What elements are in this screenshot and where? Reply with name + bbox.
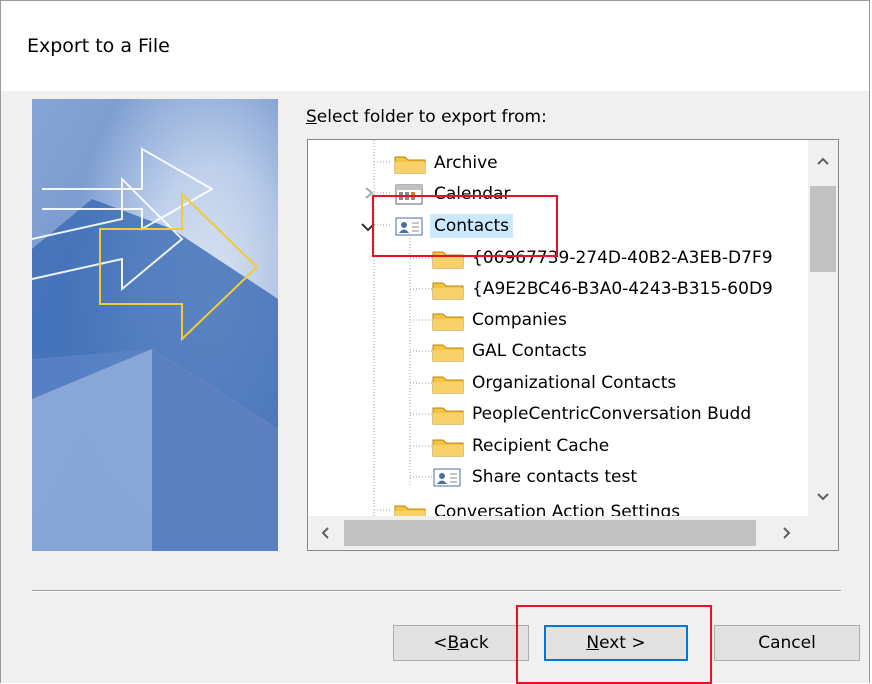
- folder-icon: [432, 340, 464, 362]
- vertical-scrollbar[interactable]: [808, 140, 838, 516]
- scrollbar-corner: [808, 516, 838, 550]
- tree-item-recipient-cache[interactable]: Recipient Cache: [432, 432, 609, 460]
- tree-item-label: Share contacts test: [472, 467, 637, 487]
- dialog-header: Export to a File: [1, 1, 869, 91]
- horizontal-scrollbar[interactable]: [308, 516, 808, 550]
- scroll-up-icon[interactable]: [817, 156, 829, 166]
- tree-item-share-contacts-test[interactable]: Share contacts test: [432, 463, 637, 491]
- tree-item-archive[interactable]: Archive: [394, 149, 498, 177]
- tree-item-label: Conversation Action Settings: [434, 502, 681, 516]
- folder-icon: [432, 372, 464, 394]
- scroll-right-icon[interactable]: [782, 527, 792, 539]
- tree-item-gal-contacts[interactable]: GAL Contacts: [432, 337, 587, 365]
- folder-icon: [394, 501, 426, 516]
- folder-icon: [432, 403, 464, 425]
- vertical-scroll-thumb[interactable]: [810, 186, 836, 272]
- export-dialog: Export to a File Select folder to export…: [0, 0, 870, 684]
- separator: [32, 590, 841, 592]
- tree-item-peoplecentric[interactable]: PeopleCentricConversation Budd: [432, 400, 751, 428]
- tree-item-conversation-action-settings[interactable]: Conversation Action Settings: [394, 498, 680, 516]
- scroll-down-icon[interactable]: [817, 492, 829, 502]
- scroll-left-icon[interactable]: [320, 527, 330, 539]
- folder-icon: [432, 435, 464, 457]
- tree-item-label: {A9E2BC46-B3A0-4243-B315-60D9: [472, 279, 773, 299]
- dialog-title: Export to a File: [27, 35, 170, 57]
- folder-prompt-label: Select folder to export from:: [306, 107, 547, 127]
- tree-item-organizational-contacts[interactable]: Organizational Contacts: [432, 369, 676, 397]
- folder-icon: [432, 309, 464, 331]
- wizard-banner-image: [32, 99, 278, 551]
- tree-item-label: Recipient Cache: [472, 436, 610, 456]
- tree-item-label: PeopleCentricConversation Budd: [472, 404, 752, 424]
- tree-item-label: Organizational Contacts: [472, 373, 677, 393]
- tree-item-label: GAL Contacts: [472, 341, 587, 361]
- horizontal-scroll-thumb[interactable]: [344, 520, 756, 546]
- highlight-box-contacts: [372, 195, 558, 257]
- tree-item-guid-2[interactable]: {A9E2BC46-B3A0-4243-B315-60D9: [432, 275, 773, 303]
- back-button[interactable]: < Back: [393, 625, 529, 661]
- contacts-icon: [432, 466, 464, 488]
- tree-item-label: Archive: [434, 153, 498, 173]
- folder-icon: [394, 152, 426, 174]
- tree-item-companies[interactable]: Companies: [432, 306, 567, 334]
- tree-item-label: Companies: [472, 310, 567, 330]
- cancel-button[interactable]: Cancel: [714, 625, 860, 661]
- folder-icon: [432, 278, 464, 300]
- highlight-box-next: [516, 605, 712, 684]
